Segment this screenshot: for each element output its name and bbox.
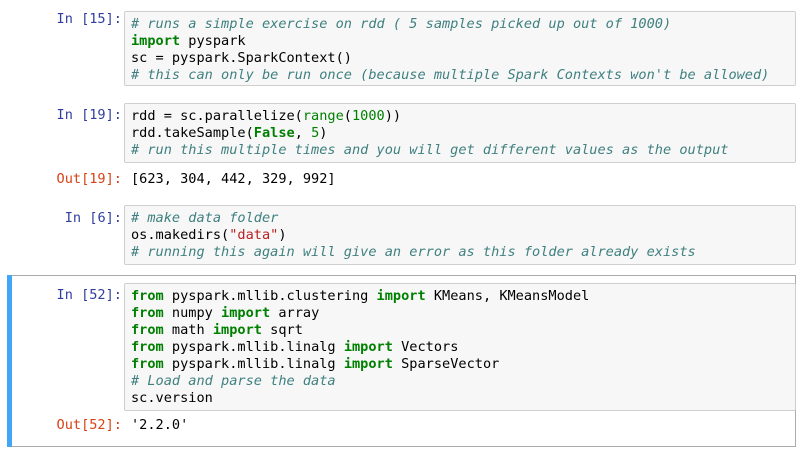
code-line: sc = pyspark.SparkContext() bbox=[131, 50, 795, 67]
code-token: rdd.takeSample( bbox=[131, 125, 254, 141]
code-token: # this can only be run once (because mul… bbox=[131, 67, 770, 83]
code-token: Vectors bbox=[392, 339, 459, 355]
code-token: numpy bbox=[163, 305, 222, 321]
code-token: # runs a simple exercise on rdd ( 5 samp… bbox=[131, 16, 672, 32]
code-token: pyspark bbox=[180, 33, 246, 49]
code-editor[interactable]: # runs a simple exercise on rdd ( 5 samp… bbox=[124, 11, 796, 86]
code-line: from pyspark.mllib.linalg import Vectors bbox=[131, 339, 795, 356]
code-token: sc.version bbox=[131, 390, 213, 406]
code-token: , bbox=[294, 125, 312, 141]
code-token: 1000 bbox=[351, 108, 385, 124]
code-line: # runs a simple exercise on rdd ( 5 samp… bbox=[131, 16, 795, 33]
code-line: from math import sqrt bbox=[131, 322, 795, 339]
code-editor[interactable]: rdd = sc.parallelize(range(1000)) rdd.tak… bbox=[124, 103, 796, 163]
code-token: # Load and parse the data bbox=[131, 373, 336, 389]
notebook-cell-52[interactable]: In [52]: from pyspark.mllib.clustering i… bbox=[0, 275, 796, 447]
code-token: from bbox=[131, 305, 164, 321]
code-editor[interactable]: # make data folder os.makedirs("data") # r… bbox=[124, 205, 796, 265]
notebook-cell-19[interactable]: In [19]: rdd = sc.parallelize(range(1000… bbox=[0, 100, 796, 195]
input-prompt: In [6]: bbox=[64, 210, 122, 226]
code-token: from bbox=[131, 288, 164, 304]
code-editor[interactable]: from pyspark.mllib.clustering import KMe… bbox=[124, 283, 796, 411]
code-line: # running this again will give an error … bbox=[131, 244, 795, 261]
output-text: [623, 304, 442, 329, 992] bbox=[131, 171, 336, 187]
code-line: from numpy import array bbox=[131, 305, 795, 322]
code-token: import bbox=[131, 33, 181, 49]
code-token: from bbox=[131, 339, 164, 355]
code-token: KMeans, KMeansModel bbox=[425, 288, 590, 304]
code-line: from pyspark.mllib.clustering import KMe… bbox=[131, 288, 795, 305]
output-text: '2.2.0' bbox=[131, 417, 189, 433]
code-line: # Load and parse the data bbox=[131, 373, 795, 390]
code-token: rdd = sc.parallelize( bbox=[131, 108, 303, 124]
code-token: )) bbox=[384, 108, 402, 124]
code-token: os.makedirs( bbox=[131, 227, 230, 243]
code-token: range bbox=[302, 108, 344, 124]
code-token: SparseVector bbox=[392, 356, 500, 372]
code-token: False bbox=[253, 125, 295, 141]
code-token: import bbox=[212, 322, 262, 338]
code-token: pyspark.mllib.linalg bbox=[163, 339, 344, 355]
code-token: math bbox=[163, 322, 213, 338]
output-prompt: Out[19]: bbox=[56, 171, 122, 187]
code-token: pyspark.mllib.clustering bbox=[163, 288, 377, 304]
code-token: # running this again will give an error … bbox=[131, 244, 696, 260]
input-prompt: In [15]: bbox=[56, 11, 122, 27]
code-token: import bbox=[343, 356, 393, 372]
code-token: import bbox=[343, 339, 393, 355]
code-token: pyspark.mllib.linalg bbox=[163, 356, 344, 372]
notebook-cell-6[interactable]: In [6]: # make data folder os.makedirs("d… bbox=[0, 203, 796, 268]
code-token: sc = pyspark.SparkContext() bbox=[131, 50, 352, 66]
code-token: ) bbox=[319, 125, 328, 141]
code-token: # run this multiple times and you will g… bbox=[131, 142, 729, 158]
code-line: rdd = sc.parallelize(range(1000)) bbox=[131, 108, 795, 125]
code-token: array bbox=[270, 305, 320, 321]
code-line: # make data folder bbox=[131, 210, 795, 227]
output-prompt: Out[52]: bbox=[56, 417, 122, 433]
code-token: ) bbox=[278, 227, 287, 243]
input-prompt: In [52]: bbox=[56, 287, 122, 303]
code-line: import pyspark bbox=[131, 33, 795, 50]
code-line: from pyspark.mllib.linalg import SparseV… bbox=[131, 356, 795, 373]
input-prompt: In [19]: bbox=[56, 107, 122, 123]
code-token: import bbox=[376, 288, 426, 304]
code-token: import bbox=[221, 305, 271, 321]
code-line: # this can only be run once (because mul… bbox=[131, 67, 795, 84]
code-token: sqrt bbox=[261, 322, 303, 338]
code-token: from bbox=[131, 322, 164, 338]
code-line: # run this multiple times and you will g… bbox=[131, 142, 795, 159]
code-line: rdd.takeSample(False, 5) bbox=[131, 125, 795, 142]
code-line: os.makedirs("data") bbox=[131, 227, 795, 244]
code-token: ( bbox=[343, 108, 352, 124]
code-line: sc.version bbox=[131, 390, 795, 407]
code-token: from bbox=[131, 356, 164, 372]
code-token: "data" bbox=[229, 227, 279, 243]
code-token: # make data folder bbox=[131, 210, 279, 226]
notebook-cell-15[interactable]: In [15]: # runs a simple exercise on rdd… bbox=[0, 5, 796, 86]
